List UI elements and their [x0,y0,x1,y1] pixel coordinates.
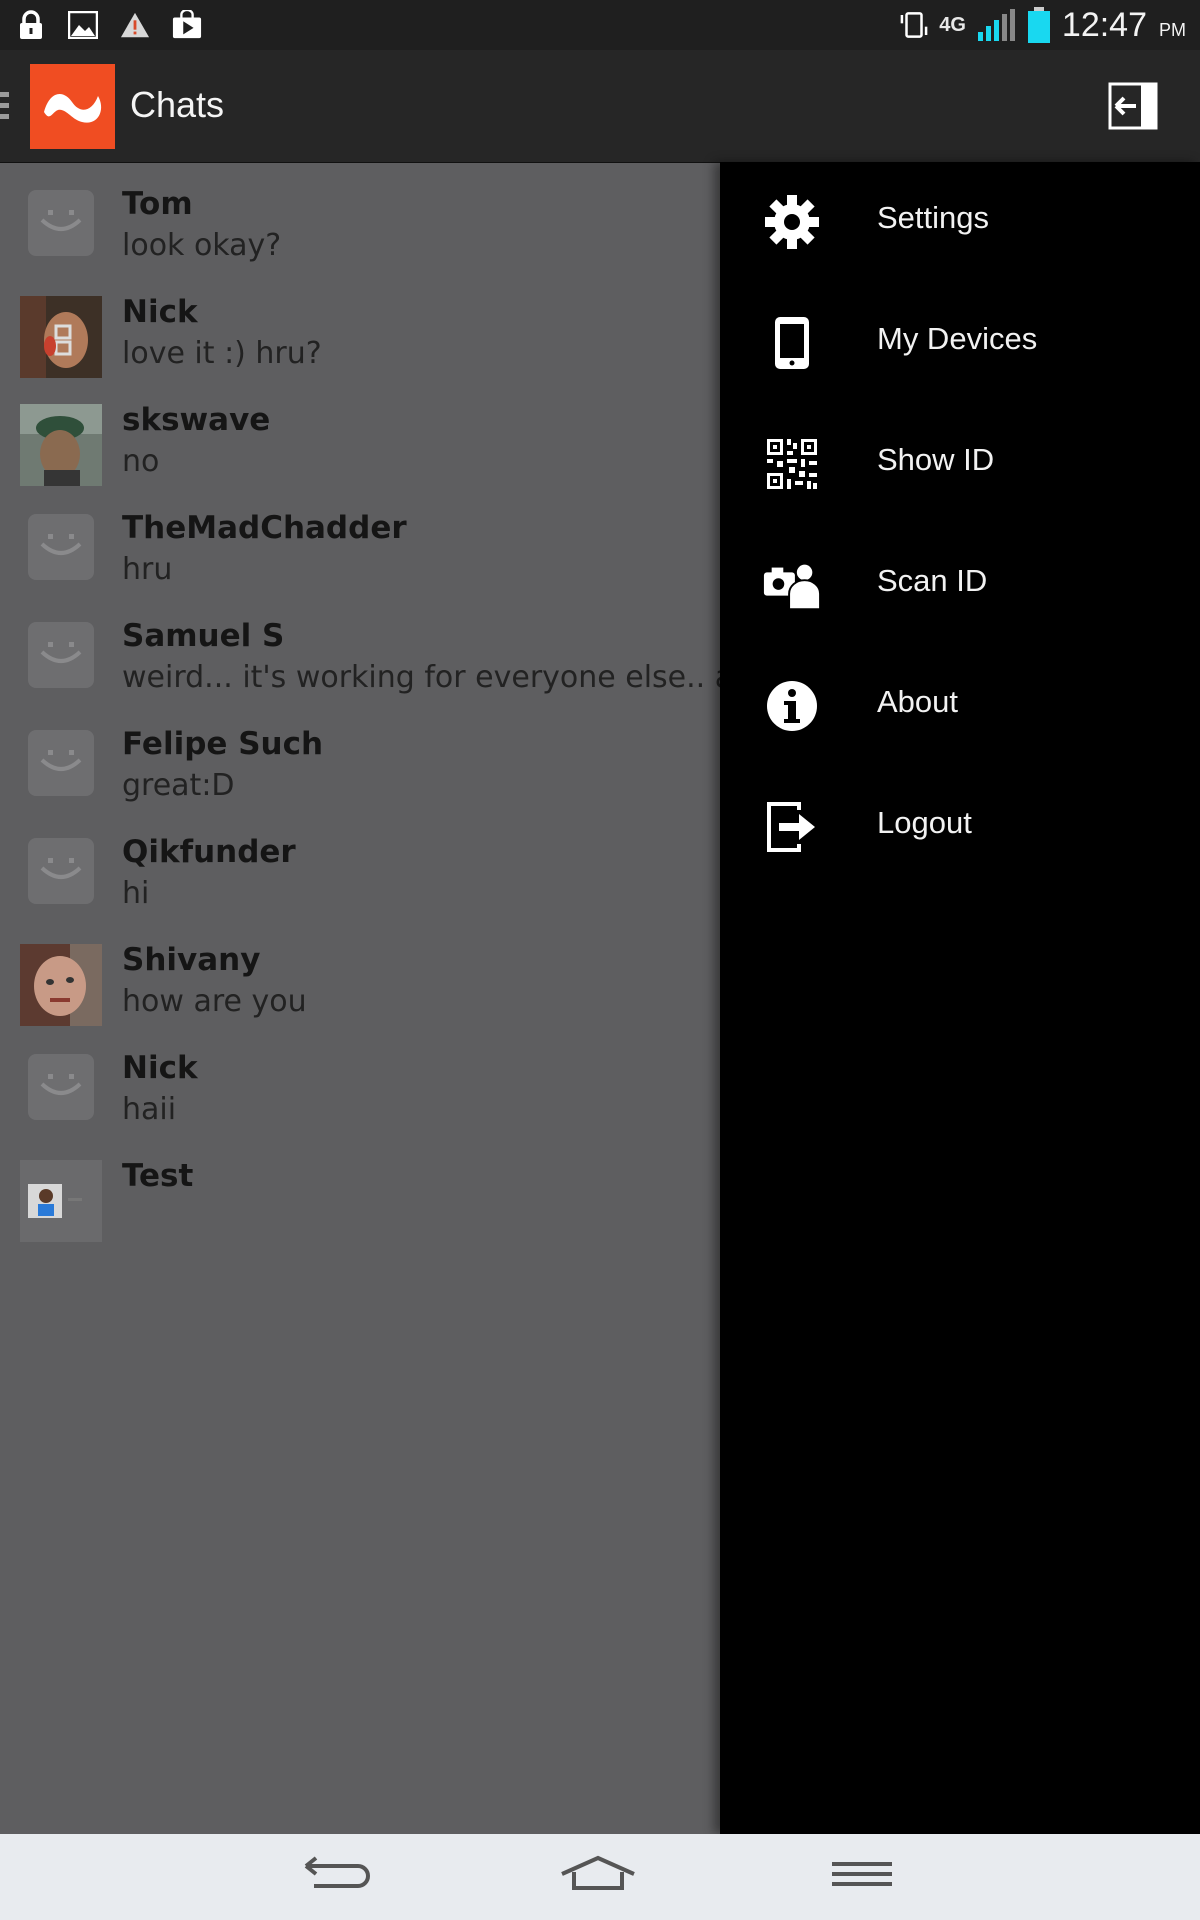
menu-label: Logout [877,805,972,840]
menu-item-logout[interactable]: Logout [720,767,1200,888]
chat-name: TheMadChadder [122,510,407,546]
qr-code-icon [762,434,822,494]
image-icon [68,10,98,40]
chat-name: Test [122,1158,194,1194]
chat-name: Qikfunder [122,834,296,870]
chat-name: Felipe Such [122,726,324,762]
drawer-indicator-icon[interactable] [0,92,9,125]
chat-name: Nick [122,1050,198,1086]
chat-name: Samuel S [122,618,285,654]
avatar [20,404,102,486]
default-avatar [28,730,94,796]
chat-last-message: no [122,444,160,479]
chat-list-item[interactable]: Shivany how are you [0,918,720,1026]
warning-icon [120,10,150,40]
signal-icon [976,9,1016,41]
default-avatar [28,190,94,256]
vibrate-icon [899,10,929,40]
chat-last-message: weird... it's working for everyone else.… [122,660,720,695]
menu-label: About [877,684,959,719]
menu-item-my-devices[interactable]: My Devices [720,283,1200,404]
chat-last-message: great:D [122,768,235,803]
camera-person-icon [762,555,822,615]
chat-last-message: haii [122,1092,177,1127]
default-avatar [28,838,94,904]
gear-icon [762,192,822,252]
clock-ampm: PM [1159,19,1186,40]
chat-list-item[interactable]: Nick haii [0,1026,720,1134]
chat-name: Tom [122,186,193,222]
menu-item-scan-id[interactable]: Scan ID [720,525,1200,646]
chat-list-item[interactable]: Tom look okay? [0,162,720,270]
chat-list-item[interactable]: Felipe Such great:D [0,702,720,810]
chat-list-item[interactable]: Qikfunder hi [0,810,720,918]
chat-last-message: love it :) hru? [122,336,322,371]
chat-list-item[interactable]: Test [0,1134,720,1242]
chat-list: Tom look okay? Nick love it :) hru? sksw… [0,162,720,1834]
chat-last-message: hi [122,876,150,911]
menu-item-settings[interactable]: Settings [720,162,1200,283]
chat-list-item[interactable]: Nick love it :) hru? [0,270,720,378]
chat-name: Shivany [122,942,261,978]
phone-icon [762,313,822,373]
menu-label: Scan ID [877,563,988,598]
default-avatar [28,514,94,580]
chat-last-message: hru [122,552,173,587]
play-store-icon [172,10,202,40]
menu-label: Show ID [877,442,995,477]
default-avatar [28,1054,94,1120]
avatar [20,944,102,1026]
lock-icon [16,10,46,40]
avatar [20,296,102,378]
clock: 12:47 [1061,5,1147,44]
menu-label: My Devices [877,321,1038,356]
chat-list-item[interactable]: skswave no [0,378,720,486]
back-icon[interactable] [296,1852,376,1902]
chat-name: Nick [122,294,198,330]
chat-name: skswave [122,402,271,438]
chat-last-message: look okay? [122,228,282,263]
chat-list-item[interactable]: Samuel S weird... it's working for every… [0,594,720,702]
home-icon[interactable] [558,1852,638,1902]
app-logo[interactable] [30,64,115,149]
chat-list-item[interactable]: TheMadChadder hru [0,486,720,594]
navigation-drawer: Settings My Devices Show ID Scan ID Abou… [720,162,1200,1834]
system-navigation-bar [0,1834,1200,1920]
battery-icon [1026,7,1052,43]
network-type: 4G [939,13,966,36]
info-icon [762,676,822,736]
close-drawer-button[interactable] [1108,82,1158,130]
page-title: Chats [130,84,225,125]
avatar [20,1160,102,1242]
logout-icon [762,797,822,857]
menu-item-about[interactable]: About [720,646,1200,767]
menu-item-show-id[interactable]: Show ID [720,404,1200,525]
default-avatar [28,622,94,688]
menu-label: Settings [877,200,990,235]
status-bar: 4G 12:47 PM [0,0,1200,50]
app-bar: Chats [0,50,1200,163]
chat-last-message: how are you [122,984,307,1019]
menu-icon[interactable] [822,1852,902,1902]
